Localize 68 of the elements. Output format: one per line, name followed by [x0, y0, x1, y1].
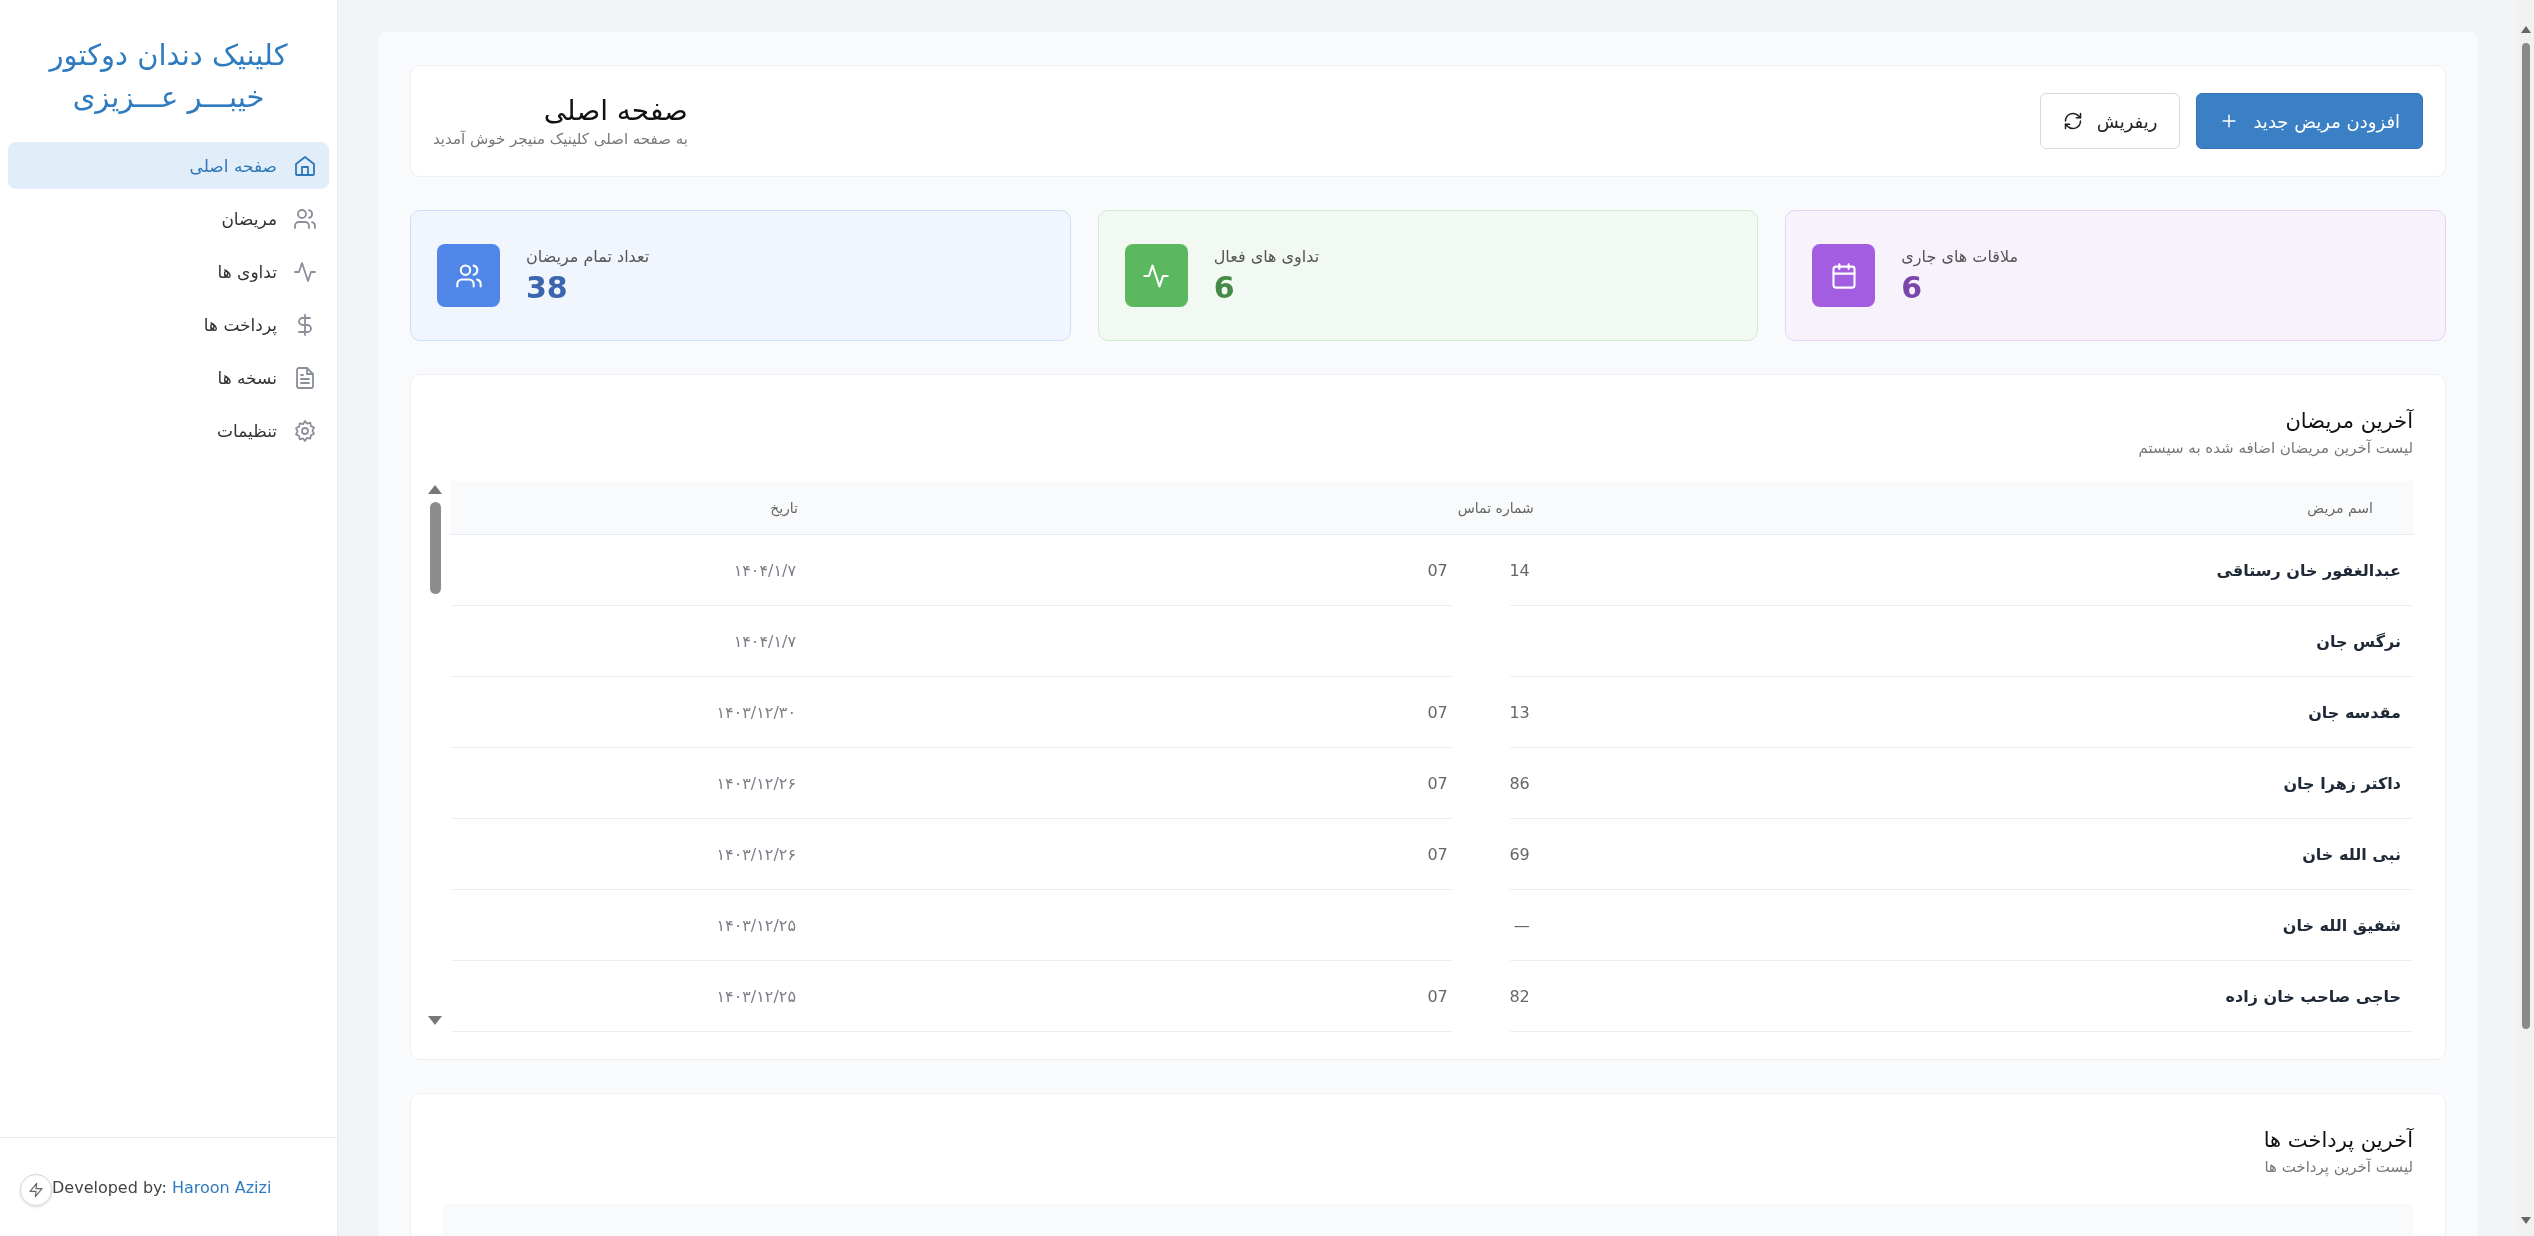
- nav-item[interactable]: مریضان: [8, 195, 329, 243]
- phone-number: 86: [1509, 774, 1530, 793]
- patient-name: داکتر زهرا جان: [1549, 748, 2413, 819]
- nav-item[interactable]: پرداخت ها: [8, 301, 329, 349]
- clinic-title: کلینیک دندان دوکتور خیبـــر عـــزیزی: [47, 37, 289, 117]
- date-cell: ۱۴۰۴/۱/۷: [451, 606, 814, 677]
- calendar-icon: [1829, 261, 1858, 290]
- phone-number: 13: [1509, 703, 1530, 722]
- developer-credit: Developed by: Haroon Azizi: [52, 1177, 272, 1197]
- stat-label: تداوی های فعال: [1213, 246, 1320, 266]
- stat-value: 6: [1213, 269, 1236, 305]
- section-subtitle: لیست آخرین پرداخت ها: [2263, 1158, 2413, 1176]
- phone-number: 07: [1427, 703, 1448, 722]
- refresh-button[interactable]: ریفریش: [2039, 93, 2181, 149]
- date-cell: ۱۴۰۳/۱۲/۲۶: [451, 748, 814, 819]
- patient-name: نرگس جان: [1549, 606, 2413, 677]
- settings-icon: [293, 418, 317, 443]
- patient-name: مقدسه جان: [1549, 677, 2413, 748]
- phone-number: —: [1513, 916, 1530, 935]
- phone-number: 07: [1427, 987, 1448, 1006]
- stat-value: 38: [526, 269, 569, 305]
- column-header: اسم مریض: [2306, 498, 2374, 519]
- date-cell: ۱۴۰۳/۱۲/۲۵: [451, 961, 814, 1032]
- date-cell: ۱۴۰۳/۱۲/۲۶: [451, 819, 814, 890]
- stat-label: تعداد تمام مریضان: [526, 246, 650, 266]
- date-cell: ۱۴۰۴/۱/۷: [451, 535, 814, 606]
- nav-item[interactable]: تداوی ها: [8, 248, 329, 296]
- phone-number: 07: [1427, 561, 1448, 580]
- scrollbar-thumb[interactable]: [429, 502, 441, 594]
- lightning-icon: [28, 1182, 44, 1198]
- pulse-icon: [1142, 261, 1171, 290]
- column-header: شماره تماس: [1456, 498, 1535, 519]
- scroll-down-button[interactable]: [428, 1016, 442, 1025]
- scroll-down-button[interactable]: [2521, 1217, 2531, 1224]
- refresh-icon: [2062, 111, 2083, 131]
- nav-item[interactable]: صفحه اصلی: [8, 142, 329, 190]
- phone-number: 07: [1427, 774, 1448, 793]
- nav-item[interactable]: نسخه ها: [8, 354, 329, 402]
- patient-name: نبی الله خان: [1549, 819, 2413, 890]
- lightning-button[interactable]: [20, 1174, 52, 1206]
- add-patient-button[interactable]: افزودن مریض جدید: [2196, 93, 2423, 149]
- phone-number: 82: [1509, 987, 1530, 1006]
- stat-value: 6: [1901, 269, 1924, 305]
- date-cell: ۱۴۰۳/۱۲/۲۵: [451, 890, 814, 961]
- section-subtitle: لیست آخرین مریضان اضافه شده به سیستم: [2137, 439, 2413, 457]
- patient-name: عبدالغفور خان رستاقی: [1549, 535, 2413, 606]
- column-header: تاریخ: [769, 498, 799, 519]
- page-subtitle: به صفحه اصلی کلینیک منیجر خوش آمدید: [433, 129, 688, 148]
- phone-number: 07: [1427, 845, 1448, 864]
- phone-number: 14: [1509, 561, 1530, 580]
- phone-number: 69: [1509, 845, 1530, 864]
- scroll-up-button[interactable]: [428, 485, 442, 494]
- developer-link[interactable]: Haroon Azizi: [171, 1177, 272, 1197]
- users-icon: [454, 261, 483, 290]
- scrollbar-thumb[interactable]: [2522, 43, 2530, 1029]
- section-title: آخرین پرداخت ها: [2262, 1128, 2413, 1152]
- nav-item[interactable]: تنظیمات: [8, 407, 329, 455]
- patient-name: حاجی صاحب خان زاده: [1549, 961, 2413, 1032]
- users-icon: [293, 206, 317, 231]
- stat-label: ملاقات های جاری: [1901, 246, 2019, 266]
- home-icon: [293, 153, 317, 178]
- section-title: آخرین مریضان: [2284, 409, 2413, 433]
- date-cell: ۱۴۰۳/۱۲/۳۰: [451, 677, 814, 748]
- scroll-up-button[interactable]: [2521, 26, 2531, 33]
- patient-name: شفیق الله خان: [1549, 890, 2413, 961]
- pulse-icon: [293, 259, 317, 284]
- document-icon: [293, 365, 317, 390]
- page-title: صفحه اصلی: [542, 94, 688, 128]
